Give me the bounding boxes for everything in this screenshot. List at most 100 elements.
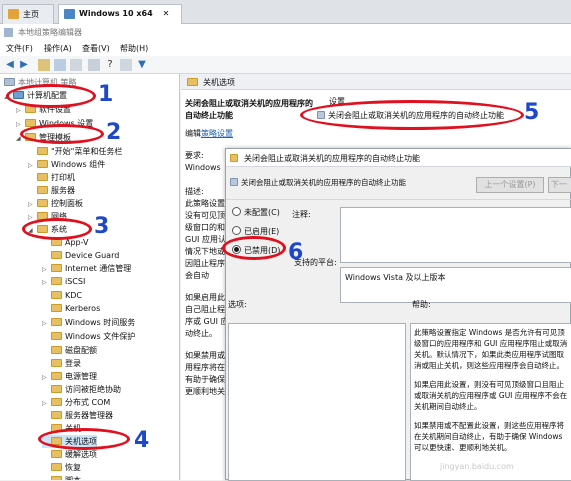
- policy-dialog: 关闭会阻止或取消关机的应用程序的自动终止功能 关闭会阻止或取消关机的应用程序的自…: [225, 148, 571, 481]
- tab-bar: 主页 Windows 10 x64 ✕: [0, 0, 571, 24]
- chevron-right-icon[interactable]: ▷: [16, 118, 23, 131]
- tree-item-recovery[interactable]: 恢复: [42, 461, 81, 474]
- tree-item-label: 电源管理: [65, 372, 97, 381]
- tree-item-internet-comm[interactable]: ▷ Internet 通信管理: [42, 262, 131, 275]
- folder-icon: [51, 385, 62, 393]
- back-icon[interactable]: ◀: [4, 59, 16, 71]
- menu-file[interactable]: 文件(F): [6, 43, 33, 54]
- folder-icon: [51, 463, 62, 471]
- tree-item-time-service[interactable]: ▷ Windows 时间服务: [42, 316, 135, 329]
- annotation-number-6: 6: [288, 240, 304, 265]
- tree-item-scripts[interactable]: 脚本: [42, 474, 81, 480]
- tree-item-power[interactable]: ▷ 电源管理: [42, 370, 97, 383]
- radio-icon[interactable]: [232, 226, 241, 235]
- app-icon: [4, 28, 13, 37]
- folder-icon: [37, 147, 48, 155]
- folder-icon: [51, 372, 62, 380]
- window-title: 本地组策略编辑器: [0, 24, 571, 40]
- tree-item-logon[interactable]: 登录: [42, 357, 81, 370]
- options-label: 选项:: [228, 300, 247, 309]
- tree-item-label: Internet 通信管理: [65, 264, 132, 273]
- description-text-2: 如果启用此自己阻止程序或 GUI 应动终止。: [185, 293, 229, 338]
- description-text: 此策略设置没有可见顶级窗口的和 GUI 应用认情况下地或因阻止程序会自动: [185, 199, 226, 280]
- chevron-right-icon[interactable]: ▷: [42, 317, 49, 330]
- policy-title: 关闭会阻止或取消关机的应用程序的自动终止功能: [185, 99, 313, 120]
- radio-icon[interactable]: [232, 207, 241, 216]
- tree-item-start-menu[interactable]: "开始"菜单和任务栏: [28, 145, 122, 158]
- tree-item-server-manager[interactable]: 服务器管理器: [42, 409, 113, 422]
- tree-item-label: Device Guard: [65, 251, 120, 260]
- details-header: 关机选项: [181, 74, 571, 90]
- tree-item-label: 磁盘配额: [65, 346, 97, 355]
- folder-icon: [51, 359, 62, 367]
- tree-item-label: iSCSI: [65, 277, 86, 286]
- folder-icon: [51, 398, 62, 406]
- annotation-circle-4: [38, 428, 130, 450]
- chevron-right-icon[interactable]: ▷: [42, 276, 49, 289]
- edit-line: 编辑策略设置: [185, 128, 320, 140]
- tree-item-disk-quota[interactable]: 磁盘配额: [42, 344, 97, 357]
- help-text-3: 如果禁用或不配置此设置，则这些应用程序将在关机期间自动终止，有助于确保 Wind…: [414, 421, 564, 452]
- tree-item-file-protection[interactable]: Windows 文件保护: [42, 330, 135, 343]
- chevron-right-icon[interactable]: ▷: [16, 104, 23, 117]
- tree-item-label: 访问被拒绝协助: [65, 385, 121, 394]
- description-label: 描述:: [185, 187, 204, 196]
- menu-view[interactable]: 查看(V): [82, 43, 110, 54]
- tree-item-windows-components[interactable]: ▷ Windows 组件: [28, 158, 105, 171]
- menu-action[interactable]: 操作(A): [44, 43, 72, 54]
- details-header-label: 关机选项: [203, 78, 235, 87]
- tree-item-device-guard[interactable]: Device Guard: [42, 249, 119, 262]
- tree-item-access-denied[interactable]: 访问被拒绝协助: [42, 383, 121, 396]
- tree-item-label: 分布式 COM: [65, 398, 111, 407]
- radio-not-configured[interactable]: 未配置(C): [232, 207, 280, 218]
- tree-item-kerberos[interactable]: Kerberos: [42, 302, 100, 315]
- annotation-circle-3: [22, 218, 92, 240]
- details-pane: 关机选项 关闭会阻止或取消关机的应用程序的自动终止功能 编辑策略设置 要求: W…: [181, 74, 571, 481]
- comment-label: 注释:: [292, 210, 311, 219]
- dialog-titlebar: 关闭会阻止或取消关机的应用程序的自动终止功能: [226, 149, 571, 167]
- export-icon[interactable]: [88, 59, 100, 71]
- edit-prefix: 编辑: [185, 129, 201, 138]
- setting-icon: [230, 154, 238, 162]
- comment-textarea[interactable]: [340, 207, 571, 263]
- filter-icon[interactable]: ▼: [136, 59, 148, 71]
- home-icon: [8, 9, 19, 19]
- properties-icon[interactable]: [70, 59, 82, 71]
- annotation-circle-1: [6, 84, 96, 108]
- radio-label: 未配置(C): [244, 208, 280, 217]
- forward-icon[interactable]: ▶: [18, 59, 30, 71]
- annotation-circle-6: [222, 236, 286, 260]
- folder-up-icon[interactable]: [38, 59, 50, 71]
- next-setting-button[interactable]: 下一: [548, 177, 571, 193]
- folder-icon: [37, 160, 48, 168]
- tree-item-dcom[interactable]: ▷ 分布式 COM: [42, 396, 110, 409]
- folder-icon: [51, 332, 62, 340]
- tree-item-printers[interactable]: 打印机: [28, 171, 75, 184]
- close-icon[interactable]: ✕: [163, 9, 170, 18]
- tree-item-control-panel[interactable]: ▷ 控制面板: [28, 197, 83, 210]
- tree-icon[interactable]: [54, 59, 66, 71]
- tree-item-kdc[interactable]: KDC: [42, 289, 82, 302]
- tab-vm[interactable]: Windows 10 x64 ✕: [58, 4, 182, 24]
- tab-label: Windows 10 x64: [79, 9, 153, 18]
- edit-policy-link[interactable]: 策略设置: [201, 129, 233, 138]
- tree-item-label: 打印机: [51, 173, 75, 182]
- folder-icon: [51, 304, 62, 312]
- tree-item-label: Windows 文件保护: [65, 332, 136, 341]
- dialog-inner-title-text: 关闭会阻止或取消关机的应用程序的自动终止功能: [241, 178, 406, 187]
- folder-icon: [51, 411, 62, 419]
- toolbar: ◀ ▶ ? ▼: [0, 56, 571, 74]
- folder-icon: [51, 346, 62, 354]
- tree-item-label: 服务器: [51, 186, 75, 195]
- help-text: 此策略设置指定 Windows 是否允许有可见顶级窗口的应用程序和 GUI 应用…: [414, 328, 568, 370]
- menu-help[interactable]: 帮助(H): [120, 43, 148, 54]
- window-title-text: 本地组策略编辑器: [18, 28, 82, 37]
- prev-setting-button[interactable]: 上一个设置(P): [476, 177, 544, 193]
- tree-item-label: 脚本: [65, 476, 81, 480]
- tree-item-label: KDC: [65, 291, 82, 300]
- view-icon[interactable]: [120, 59, 132, 71]
- tree-item-server[interactable]: 服务器: [28, 184, 75, 197]
- tab-home[interactable]: 主页: [2, 4, 54, 24]
- tree-item-iscsi[interactable]: ▷ iSCSI: [42, 275, 85, 288]
- help-icon[interactable]: ?: [104, 59, 116, 71]
